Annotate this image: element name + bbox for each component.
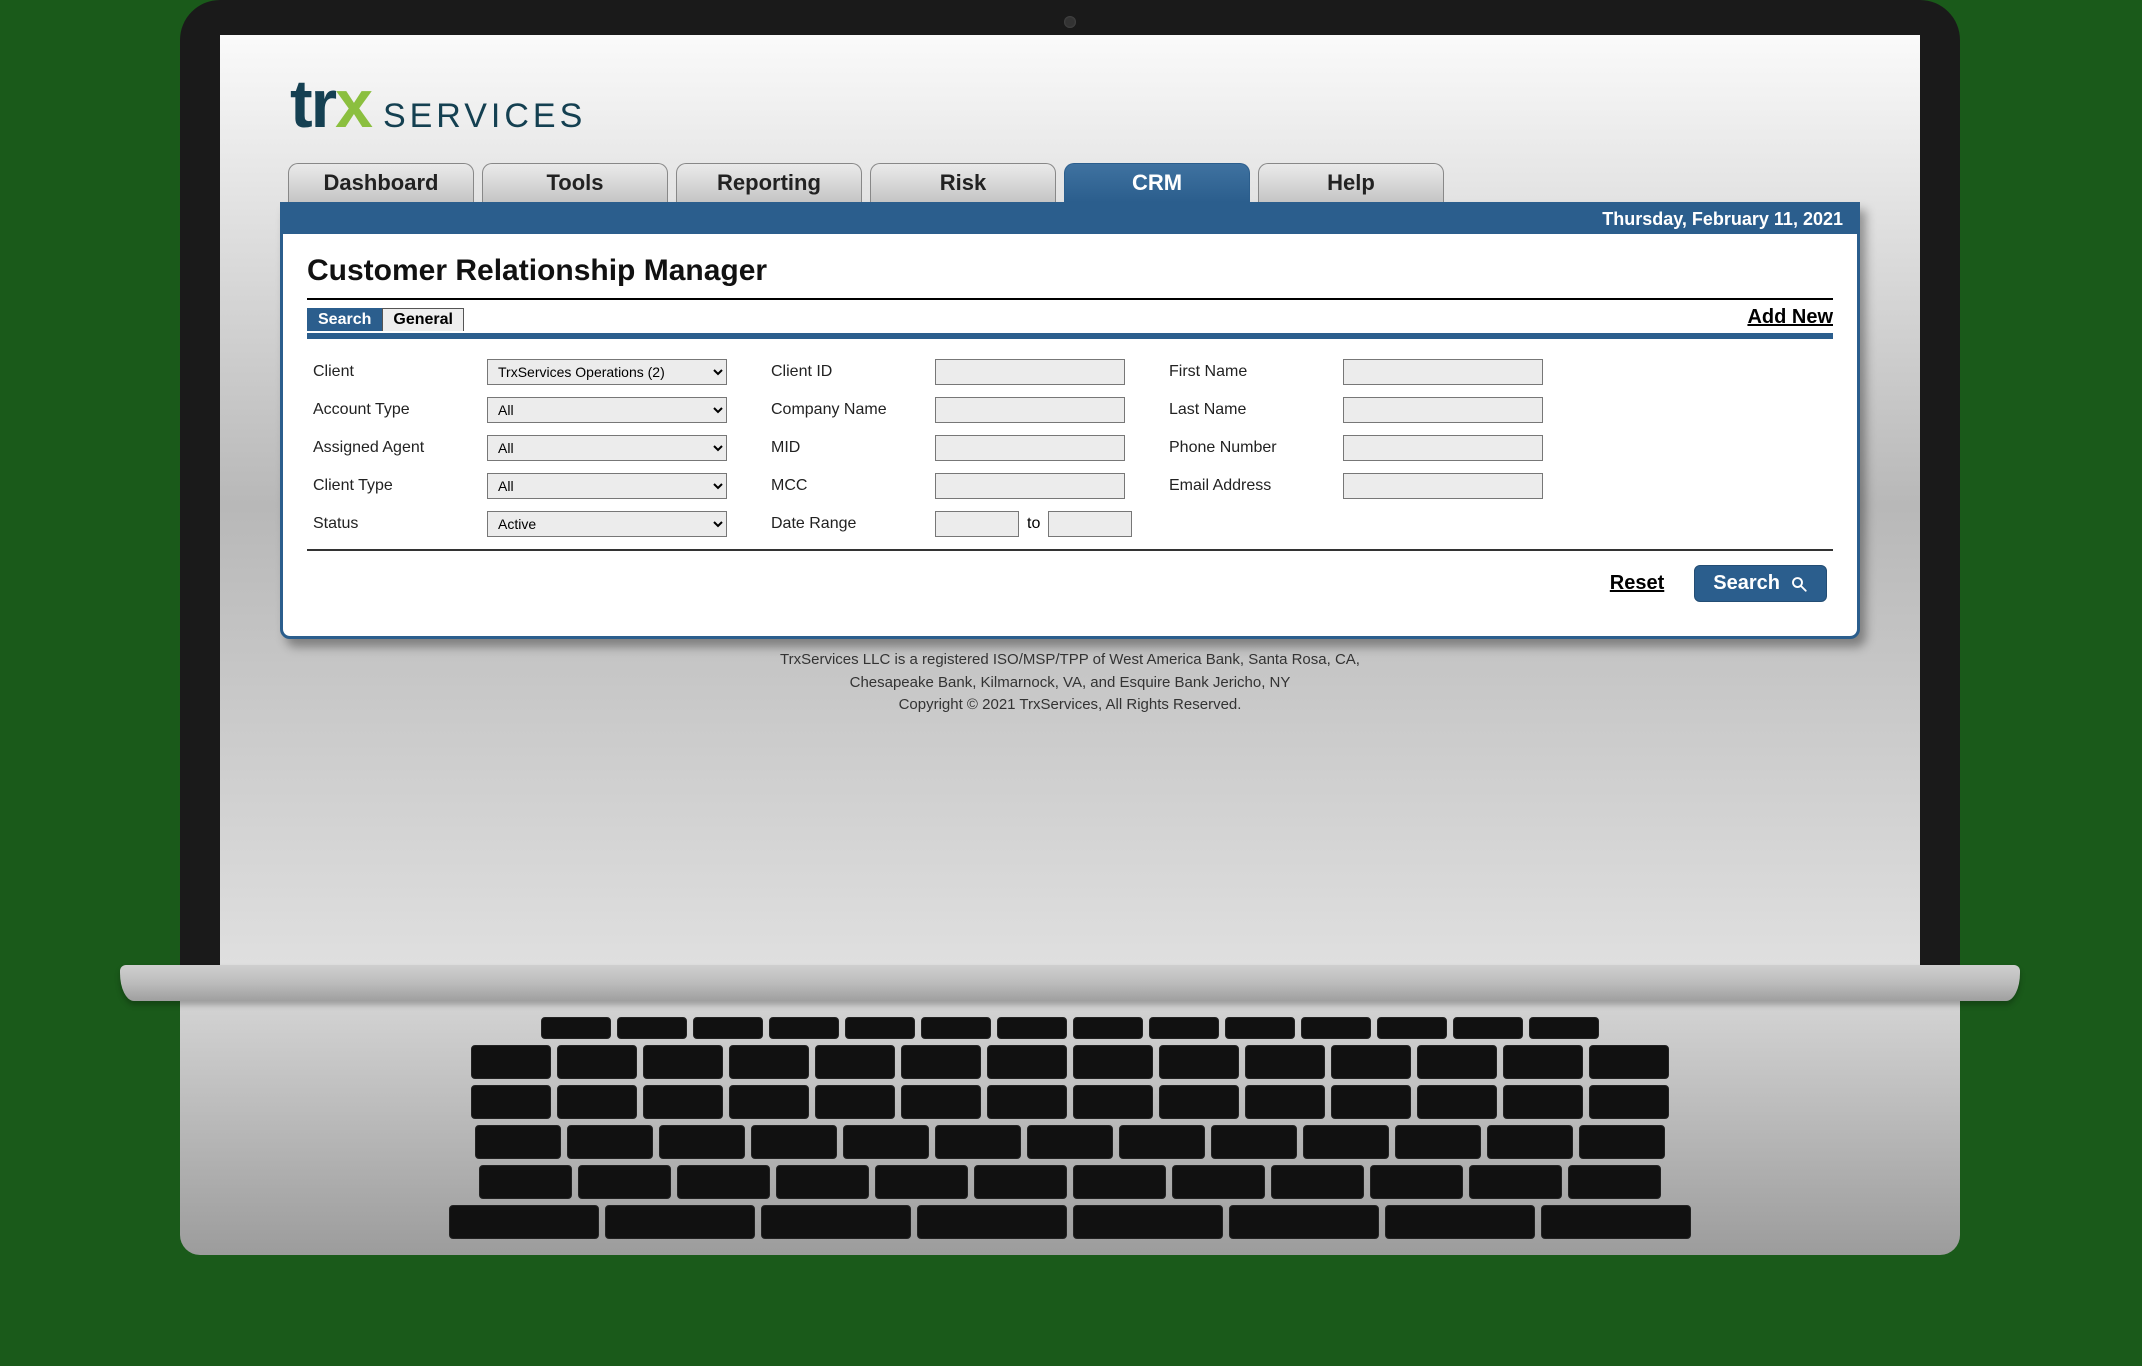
keyboard — [380, 1017, 1760, 1245]
laptop-hinge — [120, 965, 2020, 1001]
nav-tabs: Dashboard Tools Reporting Risk CRM Help — [288, 163, 1860, 202]
date-range-to-label: to — [1027, 515, 1040, 533]
select-client[interactable]: TrxServices Operations (2) — [487, 359, 727, 385]
label-client: Client — [313, 363, 443, 381]
input-email[interactable] — [1343, 473, 1543, 499]
input-date-to[interactable] — [1048, 511, 1132, 537]
logo-services: SERVICES — [383, 97, 586, 136]
select-assigned-agent[interactable]: All — [487, 435, 727, 461]
camera-dot — [1064, 16, 1076, 28]
label-last-name: Last Name — [1169, 401, 1299, 419]
label-account-type: Account Type — [313, 401, 443, 419]
logo-trx: trx — [290, 65, 371, 143]
screen: trx SERVICES Dashboard Tools Reporting R… — [220, 35, 1920, 975]
search-form: Client TrxServices Operations (2) Client… — [307, 339, 1833, 543]
date-bar: Thursday, February 11, 2021 — [283, 205, 1857, 234]
label-company-name: Company Name — [771, 401, 891, 419]
footer-line1: TrxServices LLC is a registered ISO/MSP/… — [280, 649, 1860, 672]
laptop-base — [180, 975, 1960, 1255]
date-range-group: to — [935, 511, 1125, 537]
label-mcc: MCC — [771, 477, 891, 495]
tab-help[interactable]: Help — [1258, 163, 1444, 202]
add-new-link[interactable]: Add New — [1747, 306, 1833, 333]
tab-reporting[interactable]: Reporting — [676, 163, 862, 202]
tab-crm[interactable]: CRM — [1064, 163, 1250, 202]
label-status: Status — [313, 515, 443, 533]
input-date-from[interactable] — [935, 511, 1019, 537]
reset-link[interactable]: Reset — [1610, 572, 1664, 595]
select-account-type[interactable]: All — [487, 397, 727, 423]
select-client-type[interactable]: All — [487, 473, 727, 499]
input-company-name[interactable] — [935, 397, 1125, 423]
laptop-lid: trx SERVICES Dashboard Tools Reporting R… — [180, 0, 1960, 975]
tab-risk[interactable]: Risk — [870, 163, 1056, 202]
footer: TrxServices LLC is a registered ISO/MSP/… — [280, 649, 1860, 717]
select-status[interactable]: Active — [487, 511, 727, 537]
label-first-name: First Name — [1169, 363, 1299, 381]
tab-tools[interactable]: Tools — [482, 163, 668, 202]
label-mid: MID — [771, 439, 891, 457]
footer-line3: Copyright © 2021 TrxServices, All Rights… — [280, 694, 1860, 717]
search-icon — [1790, 575, 1808, 593]
label-phone: Phone Number — [1169, 439, 1299, 457]
input-client-id[interactable] — [935, 359, 1125, 385]
label-client-type: Client Type — [313, 477, 443, 495]
label-client-id: Client ID — [771, 363, 891, 381]
input-phone[interactable] — [1343, 435, 1543, 461]
subtab-general[interactable]: General — [382, 308, 464, 331]
input-last-name[interactable] — [1343, 397, 1543, 423]
main-panel: Thursday, February 11, 2021 Customer Rel… — [280, 202, 1860, 639]
input-mid[interactable] — [935, 435, 1125, 461]
label-email: Email Address — [1169, 477, 1299, 495]
tab-dashboard[interactable]: Dashboard — [288, 163, 474, 202]
subtabs: Search General — [307, 308, 464, 331]
input-first-name[interactable] — [1343, 359, 1543, 385]
laptop-mockup: trx SERVICES Dashboard Tools Reporting R… — [180, 0, 1960, 1255]
input-mcc[interactable] — [935, 473, 1125, 499]
footer-line2: Chesapeake Bank, Kilmarnock, VA, and Esq… — [280, 672, 1860, 695]
brand-logo: trx SERVICES — [290, 65, 1860, 143]
subtab-search[interactable]: Search — [307, 308, 382, 331]
search-button-label: Search — [1713, 572, 1780, 595]
page-title: Customer Relationship Manager — [307, 248, 1833, 300]
label-date-range: Date Range — [771, 515, 891, 533]
label-assigned-agent: Assigned Agent — [313, 439, 443, 457]
search-button[interactable]: Search — [1694, 565, 1827, 602]
